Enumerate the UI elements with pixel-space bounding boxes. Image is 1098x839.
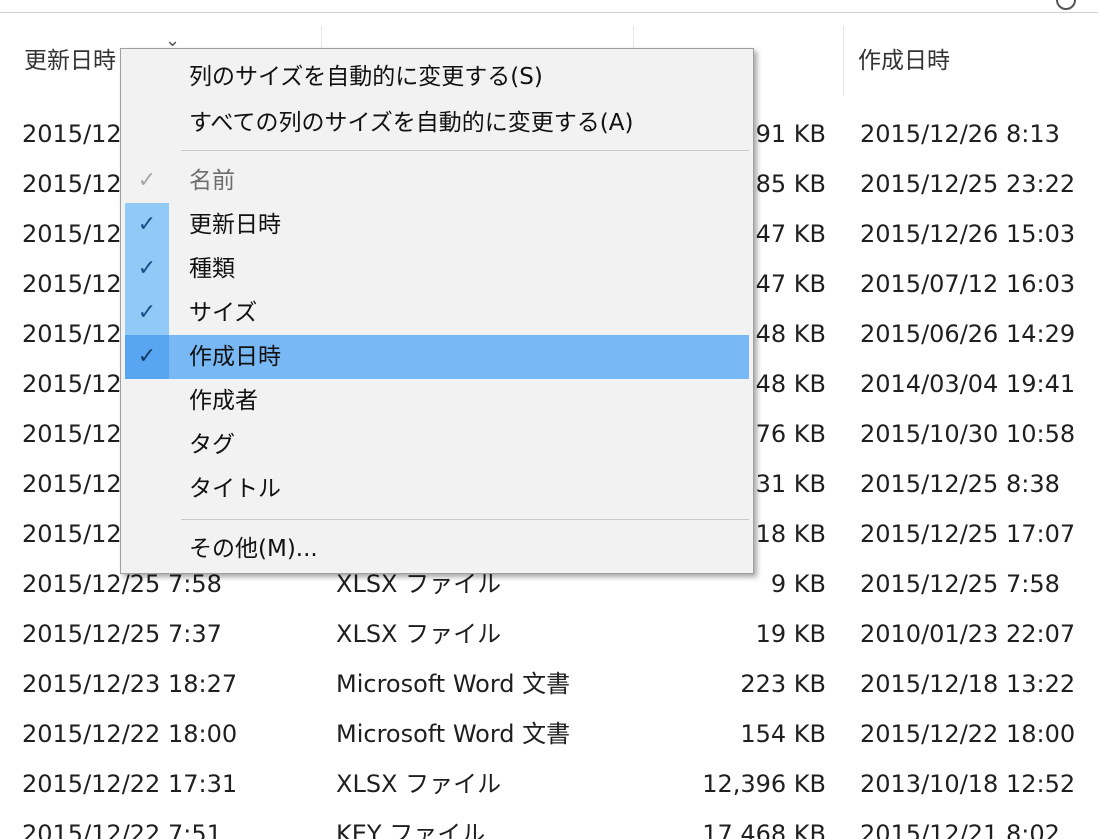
menu-column-modified[interactable]: ✓ 更新日時 xyxy=(121,203,753,247)
menu-more-label: その他(M)... xyxy=(189,536,318,562)
cell-created: 2015/12/26 15:03 xyxy=(860,220,1076,248)
cell-type: Microsoft Word 文書 xyxy=(336,670,571,698)
menu-column-type-label: 種類 xyxy=(189,256,235,282)
cell-modified: 2015/12 xyxy=(22,520,122,548)
cell-size: 154 KB xyxy=(740,720,826,748)
menu-column-author[interactable]: 作成者 xyxy=(121,379,753,423)
cell-type: XLSX ファイル xyxy=(336,620,502,648)
cell-created: 2015/12/25 7:58 xyxy=(860,570,1060,598)
column-context-menu: 列のサイズを自動的に変更する(S) すべての列のサイズを自動的に変更する(A) … xyxy=(120,48,754,574)
menu-column-tags-label: タグ xyxy=(189,432,235,458)
menu-separator xyxy=(181,519,749,520)
cell-created: 2015/06/26 14:29 xyxy=(860,320,1076,348)
menu-column-size[interactable]: ✓ サイズ xyxy=(121,291,753,335)
cell-modified: 2015/12 xyxy=(22,370,122,398)
file-row[interactable]: 2015/12/25 7:37 XLSX ファイル 19 KB 2010/01/23 … xyxy=(0,609,1098,659)
menu-column-author-label: 作成者 xyxy=(189,388,258,414)
cell-created: 2015/12/21 8:02 xyxy=(860,820,1060,839)
cell-modified: 2015/12/25 7:37 xyxy=(22,620,222,648)
cell-created: 2015/12/18 13:22 xyxy=(860,670,1076,698)
cell-modified: 2015/12 xyxy=(22,320,122,348)
cell-created: 2015/12/26 8:13 xyxy=(860,120,1060,148)
cell-created: 2015/12/25 17:07 xyxy=(860,520,1076,548)
cell-modified: 2015/12 xyxy=(22,120,122,148)
cell-size: 12,396 KB xyxy=(702,770,826,798)
cell-modified: 2015/12 xyxy=(22,170,122,198)
cell-created: 2015/10/30 10:58 xyxy=(860,420,1076,448)
cell-type: XLSX ファイル xyxy=(336,770,502,798)
cell-modified: 2015/12 xyxy=(22,420,122,448)
check-icon: ✓ xyxy=(125,203,169,247)
cell-modified: 2015/12 xyxy=(22,270,122,298)
cell-size: 91 KB xyxy=(755,120,826,148)
menu-column-created[interactable]: ✓ 作成日時 xyxy=(121,335,753,379)
menu-separator xyxy=(181,150,749,151)
menu-column-type[interactable]: ✓ 種類 xyxy=(121,247,753,291)
cell-created: 2010/01/23 22:07 xyxy=(860,620,1076,648)
cell-size: 48 KB xyxy=(755,370,826,398)
check-icon: ✓ xyxy=(125,291,169,335)
check-icon: ✓ xyxy=(125,335,169,379)
cell-size: 31 KB xyxy=(755,470,826,498)
file-row[interactable]: 2015/12/23 18:27 Microsoft Word 文書 223 KB 2… xyxy=(0,659,1098,709)
cell-modified: 2015/12/23 18:27 xyxy=(22,670,238,698)
cell-created: 2015/12/22 18:00 xyxy=(860,720,1076,748)
cell-type: KEY ファイル xyxy=(336,820,486,839)
menu-column-modified-label: 更新日時 xyxy=(189,212,281,238)
cell-size: 76 KB xyxy=(755,420,826,448)
cell-size: 9 KB xyxy=(770,570,826,598)
cell-created: 2015/07/12 16:03 xyxy=(860,270,1076,298)
cell-modified: 2015/12/22 7:51 xyxy=(22,820,222,839)
menu-column-created-label: 作成日時 xyxy=(189,344,281,370)
file-row[interactable]: 2015/12/22 7:51 KEY ファイル 17,468 KB 2015/12/… xyxy=(0,809,1098,839)
menu-autosize-all-label: すべての列のサイズを自動的に変更する(A) xyxy=(189,110,634,136)
menu-autosize-all[interactable]: すべての列のサイズを自動的に変更する(A) xyxy=(121,101,753,145)
menu-column-size-label: サイズ xyxy=(189,300,258,326)
scroll-icon[interactable] xyxy=(1056,0,1076,10)
header-created-label: 作成日時 xyxy=(858,48,950,74)
cell-size: 223 KB xyxy=(740,670,826,698)
menu-column-title[interactable]: タイトル xyxy=(121,467,753,511)
check-icon: ✓ xyxy=(125,247,169,291)
cell-created: 2013/10/18 12:52 xyxy=(860,770,1076,798)
menu-more[interactable]: その他(M)... xyxy=(121,527,753,571)
cell-size: 47 KB xyxy=(755,220,826,248)
file-row[interactable]: 2015/12/22 17:31 XLSX ファイル 12,396 KB 2013/1… xyxy=(0,759,1098,809)
cell-size: 18 KB xyxy=(755,520,826,548)
header-created[interactable]: 作成日時 xyxy=(844,26,1098,96)
cell-size: 17,468 KB xyxy=(702,820,826,839)
cell-size: 19 KB xyxy=(755,620,826,648)
menu-column-name: ✓ 名前 xyxy=(121,159,753,203)
cell-modified: 2015/12/22 18:00 xyxy=(22,720,238,748)
cell-size: 48 KB xyxy=(755,320,826,348)
menu-autosize-column[interactable]: 列のサイズを自動的に変更する(S) xyxy=(121,55,753,99)
header-modified-label: 更新日時 xyxy=(24,48,116,74)
cell-modified: 2015/12 xyxy=(22,470,122,498)
menu-column-tags[interactable]: タグ xyxy=(121,423,753,467)
search-strip xyxy=(0,0,1098,13)
cell-created: 2015/12/25 8:38 xyxy=(860,470,1060,498)
cell-modified: 2015/12 xyxy=(22,220,122,248)
menu-autosize-column-label: 列のサイズを自動的に変更する(S) xyxy=(189,64,543,90)
cell-created: 2015/12/25 23:22 xyxy=(860,170,1076,198)
check-icon: ✓ xyxy=(137,168,157,193)
cell-created: 2014/03/04 19:41 xyxy=(860,370,1076,398)
file-row[interactable]: 2015/12/22 18:00 Microsoft Word 文書 154 KB 2… xyxy=(0,709,1098,759)
cell-type: Microsoft Word 文書 xyxy=(336,720,571,748)
cell-size: 47 KB xyxy=(755,270,826,298)
menu-column-name-label: 名前 xyxy=(189,168,235,194)
cell-size: 85 KB xyxy=(755,170,826,198)
cell-modified: 2015/12/22 17:31 xyxy=(22,770,238,798)
menu-column-title-label: タイトル xyxy=(189,476,281,502)
